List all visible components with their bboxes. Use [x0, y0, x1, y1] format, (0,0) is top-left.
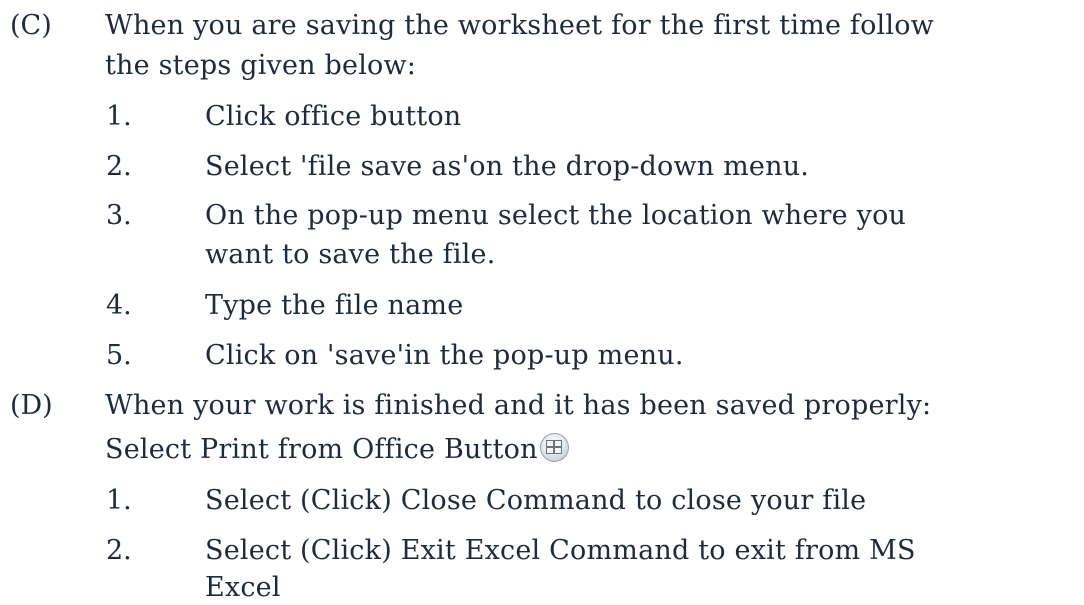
- section-text-line: Select Print from Office Button: [105, 433, 569, 465]
- step-number: 1.: [106, 485, 132, 516]
- step-number: 2.: [106, 151, 132, 182]
- step-text: On the pop-up menu select the location w…: [205, 200, 907, 231]
- step-text: Select 'file save as'on the drop-down me…: [205, 151, 810, 182]
- step-number: 3.: [106, 200, 132, 231]
- step-text: Select (Click) Exit Excel Command to exi…: [205, 535, 916, 566]
- step-number: 5.: [106, 340, 132, 371]
- section-text: Select Print from Office Button: [105, 434, 538, 465]
- section-text-line: When your work is finished and it has be…: [105, 390, 932, 421]
- step-text: Click office button: [205, 101, 462, 132]
- section-text-line: When you are saving the worksheet for th…: [105, 10, 934, 41]
- step-text: Excel: [205, 572, 281, 603]
- section-marker: (D): [10, 390, 53, 421]
- office-button-icon: [539, 433, 569, 462]
- step-number: 4.: [106, 290, 132, 321]
- step-text: want to save the file.: [205, 239, 496, 270]
- step-text: Click on 'save'in the pop-up menu.: [205, 340, 684, 371]
- step-number: 2.: [106, 535, 132, 566]
- step-number: 1.: [106, 101, 132, 132]
- section-text-line: the steps given below:: [105, 50, 417, 81]
- step-text: Type the file name: [205, 290, 464, 321]
- step-text: Select (Click) Close Command to close yo…: [205, 485, 867, 516]
- section-marker: (C): [10, 10, 52, 41]
